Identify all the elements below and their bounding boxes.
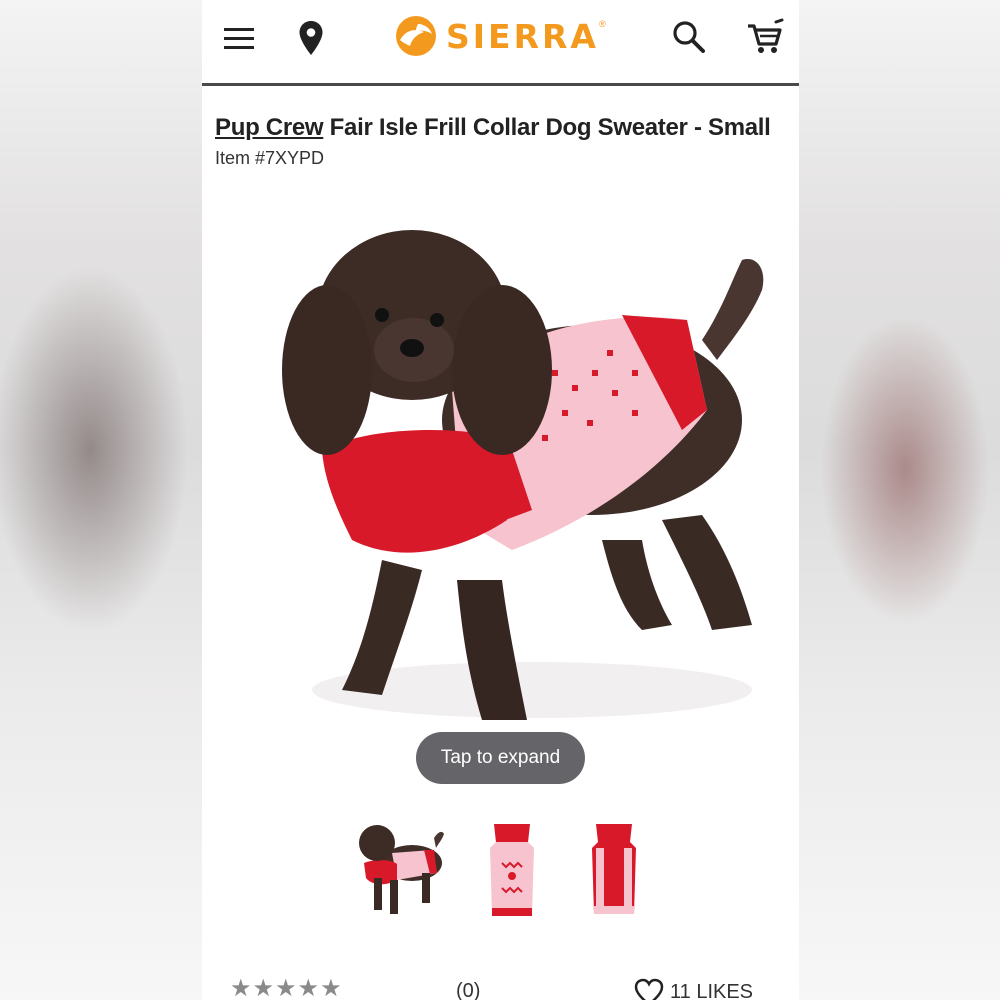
product-title-block: Pup Crew Fair Isle Frill Collar Dog Swea… xyxy=(215,114,785,169)
rating-stars[interactable]: ★★★★★ xyxy=(230,974,343,1000)
thumbnail-sweater-back[interactable] xyxy=(570,818,666,928)
item-number: Item #7XYPD xyxy=(215,148,325,168)
likes-count: 11 LIKES xyxy=(670,980,754,1000)
logo-text: SIERRA xyxy=(446,16,599,56)
shopping-cart-icon[interactable] xyxy=(746,18,784,56)
likes-button[interactable]: 11 LIKES xyxy=(634,978,753,1000)
product-main-image[interactable] xyxy=(262,220,772,740)
search-icon[interactable] xyxy=(672,20,706,54)
brand-link[interactable]: Pup Crew xyxy=(215,114,324,141)
heart-icon xyxy=(634,978,664,1000)
hamburger-menu-icon[interactable] xyxy=(222,24,256,52)
tap-to-expand-button[interactable]: Tap to expand xyxy=(416,732,585,784)
thumbnail-sweater-front[interactable] xyxy=(464,818,560,928)
site-header: SIERRA ® xyxy=(202,0,799,86)
sierra-logo[interactable]: SIERRA ® xyxy=(394,14,606,58)
logo-registered-mark: ® xyxy=(598,19,606,29)
rating-row: ★★★★★ (0) 11 LIKES xyxy=(202,974,799,1000)
product-name: Fair Isle Frill Collar Dog Sweater - Sma… xyxy=(323,114,771,141)
map-pin-icon[interactable] xyxy=(298,20,324,56)
sierra-logo-mark-icon xyxy=(396,16,436,56)
product-page: SIERRA ® Pup Crew Fair Isle Frill Collar… xyxy=(202,0,799,1000)
thumbnail-dog-wearing-sweater[interactable] xyxy=(352,818,448,928)
review-count[interactable]: (0) xyxy=(456,980,480,1000)
product-title: Pup Crew Fair Isle Frill Collar Dog Swea… xyxy=(215,114,785,142)
